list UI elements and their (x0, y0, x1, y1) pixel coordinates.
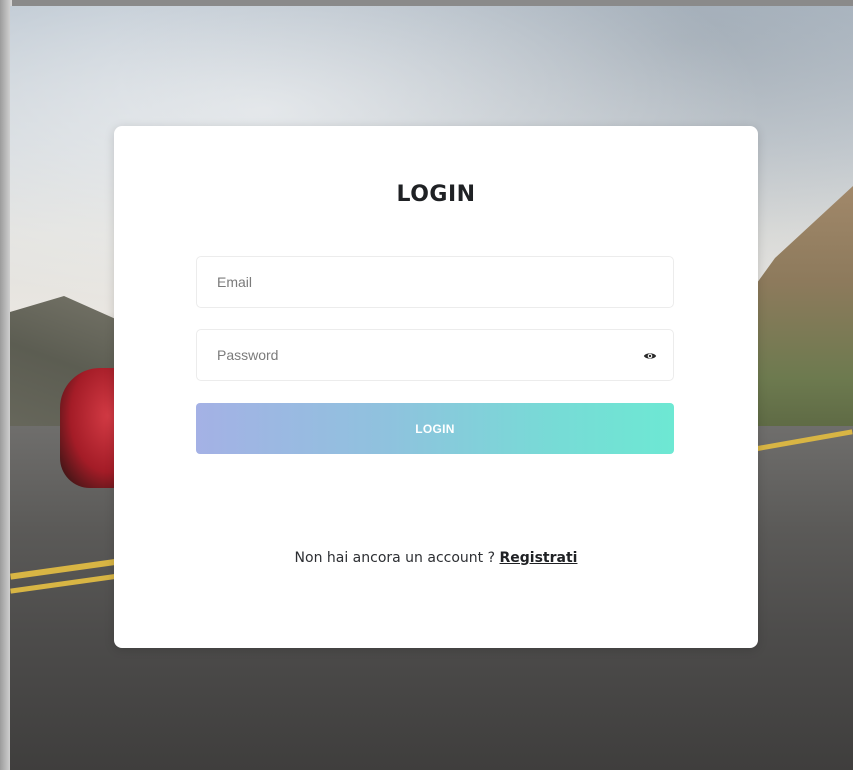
login-title: LOGIN (396, 182, 476, 207)
login-button[interactable]: LOGIN (196, 403, 674, 454)
login-card: LOGIN LOGIN Non hai ancora un account ? … (114, 126, 758, 648)
eye-icon[interactable] (643, 349, 657, 363)
email-field[interactable] (196, 256, 674, 308)
login-screen: LOGIN LOGIN Non hai ancora un account ? … (0, 0, 853, 770)
signup-prompt-text: Non hai ancora un account ? (294, 550, 500, 566)
register-link[interactable]: Registrati (500, 550, 578, 566)
email-input[interactable] (217, 257, 617, 307)
password-field[interactable] (196, 329, 674, 381)
password-input[interactable] (217, 330, 617, 380)
signup-prompt-line: Non hai ancora un account ? Registrati (114, 550, 758, 566)
